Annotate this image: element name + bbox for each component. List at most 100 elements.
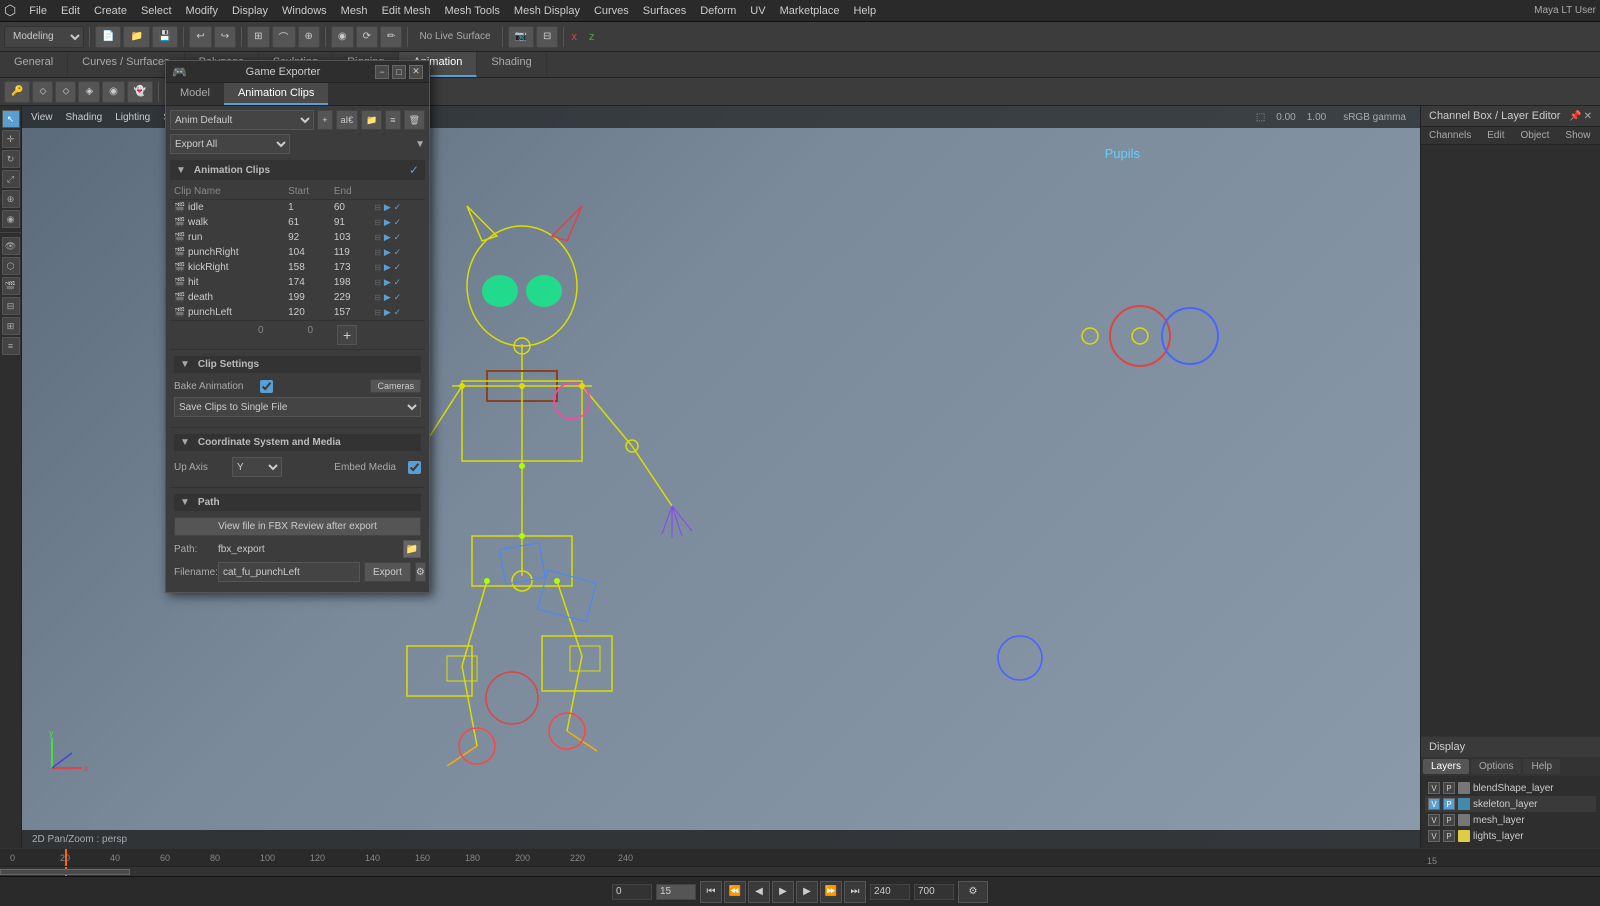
playback-end-input[interactable] <box>914 884 954 900</box>
ge-minimize-btn[interactable]: − <box>375 65 389 79</box>
render-btn[interactable]: ⬡ <box>2 257 20 275</box>
prev-key-btn[interactable]: ⏪ <box>724 881 746 903</box>
disp-tab-layers[interactable]: Layers <box>1423 759 1469 774</box>
clip-check[interactable]: ✓ <box>394 292 402 302</box>
tab-general[interactable]: General <box>0 52 68 77</box>
clip-check[interactable]: ✓ <box>394 202 402 212</box>
tab-shading[interactable]: Shading <box>477 52 546 77</box>
frame-end-input[interactable] <box>870 884 910 900</box>
ge-export-select[interactable]: Export All Export Selection <box>170 134 290 154</box>
snap-grid-btn[interactable]: ⊞ <box>247 26 269 48</box>
skip-start-btn[interactable]: ⏮ <box>700 881 722 903</box>
clip-check[interactable]: ✓ <box>394 277 402 287</box>
filename-input[interactable]: cat_fu_punchLeft <box>218 562 360 582</box>
clip-check[interactable]: ✓ <box>394 232 402 242</box>
ge-close-btn[interactable]: ✕ <box>409 65 423 79</box>
menu-file[interactable]: File <box>22 3 54 19</box>
menu-modify[interactable]: Modify <box>179 3 225 19</box>
layer-render-skeleton[interactable]: P <box>1443 798 1455 810</box>
clip-play-btn[interactable]: ▶ <box>384 247 391 257</box>
workspace-selector[interactable]: Modeling <box>4 26 84 48</box>
path-folder-btn[interactable]: 📁 <box>403 540 421 558</box>
clip-keys-btn[interactable]: ⊟ <box>374 278 381 287</box>
save-file-btn[interactable]: 💾 <box>152 26 178 48</box>
new-file-btn[interactable]: 📄 <box>95 26 121 48</box>
snap-curve-btn[interactable]: ⌒ <box>272 26 296 48</box>
clip-play-btn[interactable]: ▶ <box>384 217 391 227</box>
play-btn[interactable]: ▶ <box>772 881 794 903</box>
timeline-range[interactable] <box>0 869 130 875</box>
layer-vis-blendshape[interactable]: V <box>1428 782 1440 794</box>
clip-play-btn[interactable]: ▶ <box>384 262 391 272</box>
skip-end-btn[interactable]: ⏭ <box>844 881 866 903</box>
bake-animation-check[interactable] <box>260 380 273 393</box>
ge-tab-model[interactable]: Model <box>166 83 224 105</box>
next-key-btn[interactable]: ⏩ <box>820 881 842 903</box>
ge-preset-list-btn[interactable]: ≡ <box>385 110 400 130</box>
export-gear-btn[interactable]: ⚙ <box>415 562 426 582</box>
ch-tab-channels[interactable]: Channels <box>1421 127 1479 144</box>
ge-preset-folder-btn[interactable]: 📁 <box>361 110 382 130</box>
show-hide-btn[interactable]: 👁 <box>2 237 20 255</box>
menu-help[interactable]: Help <box>846 3 883 19</box>
ge-coord-header[interactable]: ▼ Coordinate System and Media <box>174 434 421 451</box>
soft-select-btn[interactable]: ◉ <box>2 210 20 228</box>
ge-tab-animation[interactable]: Animation Clips <box>224 83 328 105</box>
vp-lighting-menu[interactable]: Lighting <box>110 111 155 124</box>
menu-mesh-tools[interactable]: Mesh Tools <box>437 3 506 19</box>
clip-check[interactable]: ✓ <box>394 262 402 272</box>
cb-close-btn[interactable]: ✕ <box>1584 111 1592 122</box>
cb-pin-btn[interactable]: 📌 <box>1569 111 1581 122</box>
menu-mesh[interactable]: Mesh <box>334 3 375 19</box>
select-tool-btn[interactable]: ◉ <box>331 26 354 48</box>
cameras-btn[interactable]: Cameras <box>370 379 421 393</box>
open-file-btn[interactable]: 📁 <box>123 26 149 48</box>
breakdown-btn[interactable]: ◈ <box>78 81 100 103</box>
scale-tool-btn[interactable]: ⤢ <box>2 170 20 188</box>
frame-start-input[interactable] <box>612 884 652 900</box>
export-btn[interactable]: Export <box>364 562 411 582</box>
menu-surfaces[interactable]: Surfaces <box>636 3 693 19</box>
clip-check[interactable]: ✓ <box>394 217 402 227</box>
layer-render-lights[interactable]: P <box>1443 830 1455 842</box>
ge-clip-settings-header[interactable]: ▼ Clip Settings <box>174 356 421 373</box>
layer-render-mesh[interactable]: P <box>1443 814 1455 826</box>
ge-preset-add-btn[interactable]: + <box>317 110 332 130</box>
menu-edit-mesh[interactable]: Edit Mesh <box>375 3 438 19</box>
clip-play-btn[interactable]: ▶ <box>384 307 391 317</box>
layer-btn[interactable]: ⊟ <box>2 297 20 315</box>
ge-select-all-check[interactable]: ✓ <box>409 163 419 177</box>
disp-tab-options[interactable]: Options <box>1471 759 1521 774</box>
clip-keys-btn[interactable]: ⊟ <box>374 233 381 242</box>
layer-vis-skeleton[interactable]: V <box>1428 798 1440 810</box>
ch-tab-edit[interactable]: Edit <box>1479 127 1512 144</box>
clip-keys-btn[interactable]: ⊟ <box>374 218 381 227</box>
clip-play-btn[interactable]: ▶ <box>384 232 391 242</box>
universal-tool-btn[interactable]: ⊕ <box>2 190 20 208</box>
clip-keys-btn[interactable]: ⊟ <box>374 308 381 317</box>
clip-keys-btn[interactable]: ⊟ <box>374 203 381 212</box>
set-key-btn[interactable]: ⬦ <box>32 81 53 103</box>
ge-add-clip-btn[interactable]: + <box>337 325 357 345</box>
vp-shading-menu[interactable]: Shading <box>61 111 108 124</box>
ge-anim-section-header[interactable]: ▼ Animation Clips ✓ <box>170 160 425 180</box>
select-mode-btn[interactable]: ↖ <box>2 110 20 128</box>
key-btn[interactable]: 🔑 <box>4 81 30 103</box>
menu-create[interactable]: Create <box>87 3 134 19</box>
ge-path-header[interactable]: ▼ Path <box>174 494 421 511</box>
clip-play-btn[interactable]: ▶ <box>384 277 391 287</box>
lasso-btn[interactable]: ⟳ <box>356 26 378 48</box>
scene-btn[interactable]: 🎬 <box>2 277 20 295</box>
prev-frame-btn[interactable]: ◀ <box>748 881 770 903</box>
save-clips-select[interactable]: Save Clips to Single File Save Clips to … <box>174 397 421 417</box>
ch-tab-object[interactable]: Object <box>1513 127 1558 144</box>
menu-deform[interactable]: Deform <box>693 3 743 19</box>
vp-view-menu[interactable]: View <box>26 111 58 124</box>
clip-keys-btn[interactable]: ⊟ <box>374 263 381 272</box>
redo-btn[interactable]: ↪ <box>214 26 236 48</box>
ge-maximize-btn[interactable]: □ <box>392 65 406 79</box>
embed-media-check[interactable] <box>408 461 421 474</box>
up-axis-select[interactable]: Y Z <box>232 457 282 477</box>
undo-btn[interactable]: ↩ <box>189 26 211 48</box>
ge-preset-del-btn[interactable]: 🗑 <box>404 110 425 130</box>
